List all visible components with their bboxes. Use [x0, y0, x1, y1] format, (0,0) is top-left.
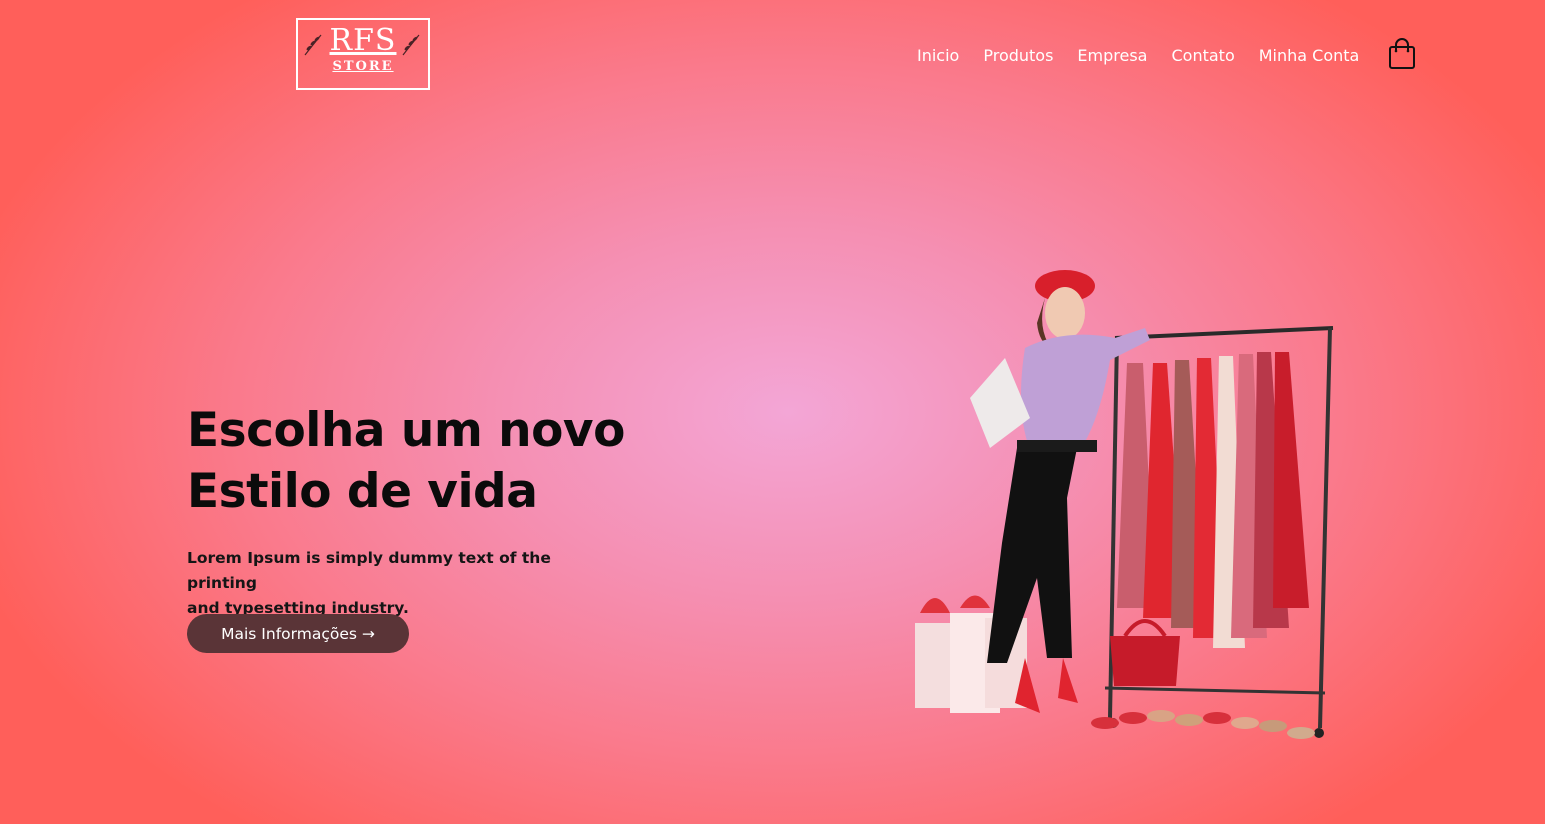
leaf-icon [402, 34, 420, 56]
hero-title-line2: Estilo de vida [187, 464, 538, 519]
nav-item-empresa[interactable]: Empresa [1077, 46, 1147, 65]
shopping-bag-icon[interactable] [1388, 38, 1416, 70]
nav-item-inicio[interactable]: Inicio [917, 46, 959, 65]
main-nav: Inicio Produtos Empresa Contato Minha Co… [917, 46, 1359, 65]
hero-title-line1: Escolha um novo [187, 403, 625, 458]
logo-subtitle: STORE [332, 59, 394, 74]
brand-logo[interactable]: RFS STORE [296, 18, 430, 90]
nav-item-contato[interactable]: Contato [1171, 46, 1234, 65]
hero-image [915, 270, 1334, 739]
nav-item-minha-conta[interactable]: Minha Conta [1259, 46, 1360, 65]
nav-item-produtos[interactable]: Produtos [983, 46, 1053, 65]
dresses [1117, 352, 1309, 648]
leaf-icon [304, 34, 322, 56]
hero-title: Escolha um novo Estilo de vida [187, 400, 707, 522]
more-info-button[interactable]: Mais Informações → [187, 614, 409, 653]
shoes [1091, 710, 1315, 739]
handbag [1110, 636, 1180, 686]
hero-text-line1: Lorem Ipsum is simply dummy text of the … [187, 549, 551, 592]
hero-description: Lorem Ipsum is simply dummy text of the … [187, 546, 607, 621]
